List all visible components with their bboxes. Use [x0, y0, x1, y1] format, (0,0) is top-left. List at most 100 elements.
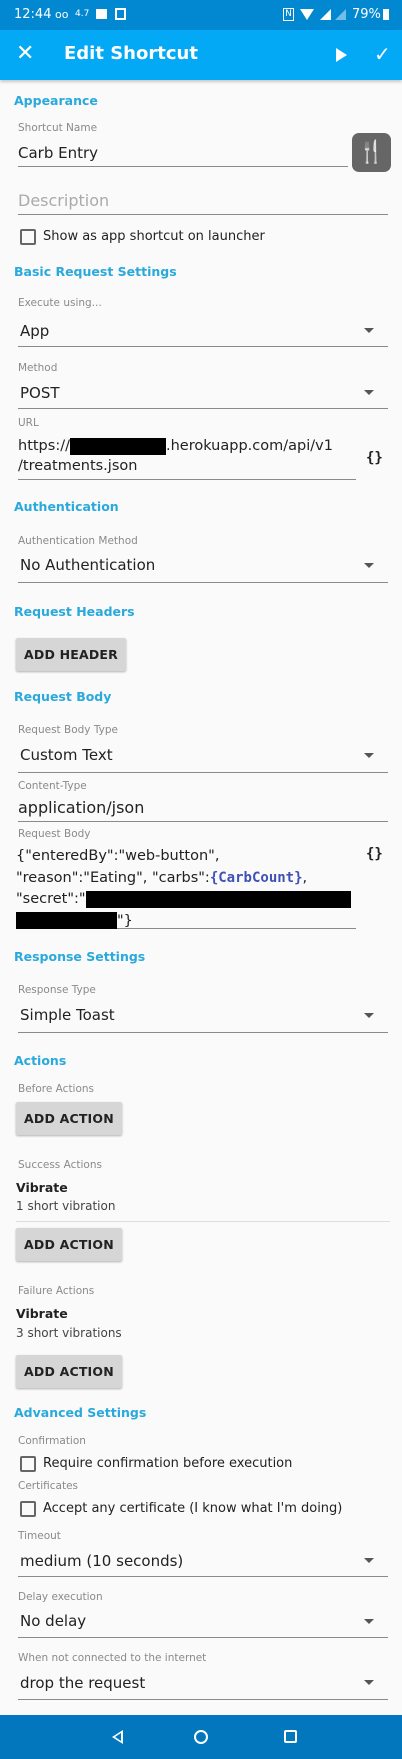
braces-icon: {} — [366, 846, 383, 862]
launcher-checkbox[interactable] — [20, 229, 36, 245]
fork-knife-icon[interactable]: 🍴 — [352, 133, 391, 172]
before-actions-label: Before Actions — [18, 1083, 95, 1095]
launcher-checkbox-label: Show as app shortcut on launcher — [43, 229, 265, 244]
certificates-label: Certificates — [18, 1480, 79, 1492]
url-input[interactable]: https:// .herokuapp.com/api/v1 /treatment… — [18, 436, 356, 480]
url-line2: /treatments.json — [18, 458, 138, 474]
body-text: "secret":" — [16, 891, 86, 907]
body-line: "} — [16, 911, 356, 933]
add-header-button[interactable]: ADD HEADER — [16, 638, 126, 671]
success-action-desc: 1 short vibration — [16, 1199, 116, 1213]
section-basic-request: Basic Request Settings — [14, 264, 177, 279]
body-variable-button[interactable]: {} — [366, 840, 383, 862]
delay-label: Delay execution — [18, 1591, 103, 1603]
navigation-bar — [0, 1715, 402, 1759]
wifi-icon — [300, 9, 314, 20]
offline-select[interactable]: drop the request — [20, 1673, 145, 1693]
timeout-label: Timeout — [18, 1530, 61, 1542]
divider — [18, 346, 388, 347]
url-prefix: https:// — [18, 438, 70, 454]
page-title: Edit Shortcut — [64, 43, 198, 64]
body-text: "reason":"Eating", "carbs": — [16, 869, 210, 886]
status-time: 12:44 — [14, 7, 52, 22]
section-request-headers: Request Headers — [14, 604, 135, 619]
body-type-select[interactable]: Custom Text — [20, 745, 113, 765]
success-action-title[interactable]: Vibrate — [16, 1180, 68, 1195]
check-icon[interactable]: ✓ — [374, 42, 391, 66]
back-icon[interactable] — [112, 1730, 123, 1744]
add-failure-action-button[interactable]: ADD ACTION — [16, 1355, 122, 1388]
shortcut-name-input[interactable]: Carb Entry — [18, 143, 348, 167]
shortcut-name-label: Shortcut Name — [18, 122, 98, 134]
redaction — [69, 437, 166, 455]
network-speed: 4.7 — [75, 9, 90, 19]
home-icon[interactable] — [194, 1730, 208, 1744]
battery-icon — [383, 9, 389, 20]
body-text: , — [302, 869, 308, 886]
execute-select[interactable]: App — [20, 321, 49, 341]
body-text: "} — [117, 912, 133, 929]
divider — [18, 772, 388, 773]
chevron-down-icon — [364, 328, 374, 333]
image-icon — [96, 9, 107, 19]
divider — [18, 1576, 388, 1577]
delay-select[interactable]: No delay — [20, 1611, 86, 1631]
body-input[interactable]: {"enteredBy":"web-button", "reason":"Eat… — [16, 846, 356, 929]
body-label: Request Body — [18, 828, 91, 840]
failure-actions-label: Failure Actions — [18, 1285, 95, 1297]
content-type-input[interactable]: application/json — [18, 798, 388, 822]
auth-method-select[interactable]: No Authentication — [20, 555, 155, 575]
section-request-body: Request Body — [14, 689, 112, 704]
confirmation-label: Confirmation — [18, 1435, 86, 1447]
execute-label: Execute using... — [18, 297, 102, 309]
close-icon[interactable]: ✕ — [16, 41, 34, 66]
redaction — [85, 890, 351, 908]
recents-icon[interactable] — [284, 1730, 297, 1743]
add-before-action-button[interactable]: ADD ACTION — [16, 1102, 122, 1135]
section-authentication: Authentication — [14, 499, 119, 514]
chevron-down-icon — [364, 390, 374, 395]
confirmation-checkbox-label: Require confirmation before execution — [43, 1456, 293, 1471]
divider — [18, 1637, 388, 1638]
auth-method-label: Authentication Method — [18, 535, 138, 547]
chevron-down-icon — [364, 1013, 374, 1018]
response-type-select[interactable]: Simple Toast — [20, 1005, 115, 1025]
chevron-down-icon — [364, 1558, 374, 1563]
offline-label: When not connected to the internet — [18, 1652, 207, 1664]
body-type-label: Request Body Type — [18, 724, 118, 736]
section-response: Response Settings — [14, 949, 146, 964]
method-select[interactable]: POST — [20, 383, 60, 403]
divider — [18, 582, 388, 583]
body-line: {"enteredBy":"web-button", — [16, 848, 220, 864]
divider — [18, 408, 388, 409]
play-icon[interactable] — [336, 48, 347, 62]
map-icon — [115, 8, 126, 20]
section-advanced: Advanced Settings — [14, 1405, 147, 1420]
confirmation-checkbox[interactable] — [20, 1456, 36, 1472]
url-variable-button[interactable]: {} — [366, 450, 383, 466]
failure-action-title[interactable]: Vibrate — [16, 1306, 68, 1321]
timeout-select[interactable]: medium (10 seconds) — [20, 1551, 183, 1571]
chevron-down-icon — [364, 563, 374, 568]
divider — [18, 1032, 388, 1033]
no-sim-icon — [335, 9, 346, 20]
body-line: "secret":" — [16, 889, 356, 911]
add-success-action-button[interactable]: ADD ACTION — [16, 1228, 122, 1261]
content-type-label: Content-Type — [18, 780, 87, 792]
success-actions-label: Success Actions — [18, 1159, 102, 1171]
chevron-down-icon — [364, 1680, 374, 1685]
url-label: URL — [18, 417, 39, 429]
status-bar: 12:44 oo 4.7 N 79% — [0, 0, 402, 30]
app-bar: ✕ Edit Shortcut ✓ — [0, 30, 402, 80]
redaction — [16, 912, 117, 929]
divider — [18, 1699, 388, 1700]
response-type-label: Response Type — [18, 984, 96, 996]
certificates-checkbox[interactable] — [20, 1501, 36, 1517]
section-actions: Actions — [14, 1053, 67, 1068]
failure-action-desc: 3 short vibrations — [16, 1326, 122, 1340]
description-input[interactable]: Description — [18, 191, 388, 215]
body-line: "reason":"Eating", "carbs":{CarbCount}, — [16, 868, 356, 890]
variable-placeholder: {CarbCount} — [209, 869, 303, 886]
chevron-down-icon — [364, 753, 374, 758]
chevron-down-icon — [364, 1619, 374, 1624]
